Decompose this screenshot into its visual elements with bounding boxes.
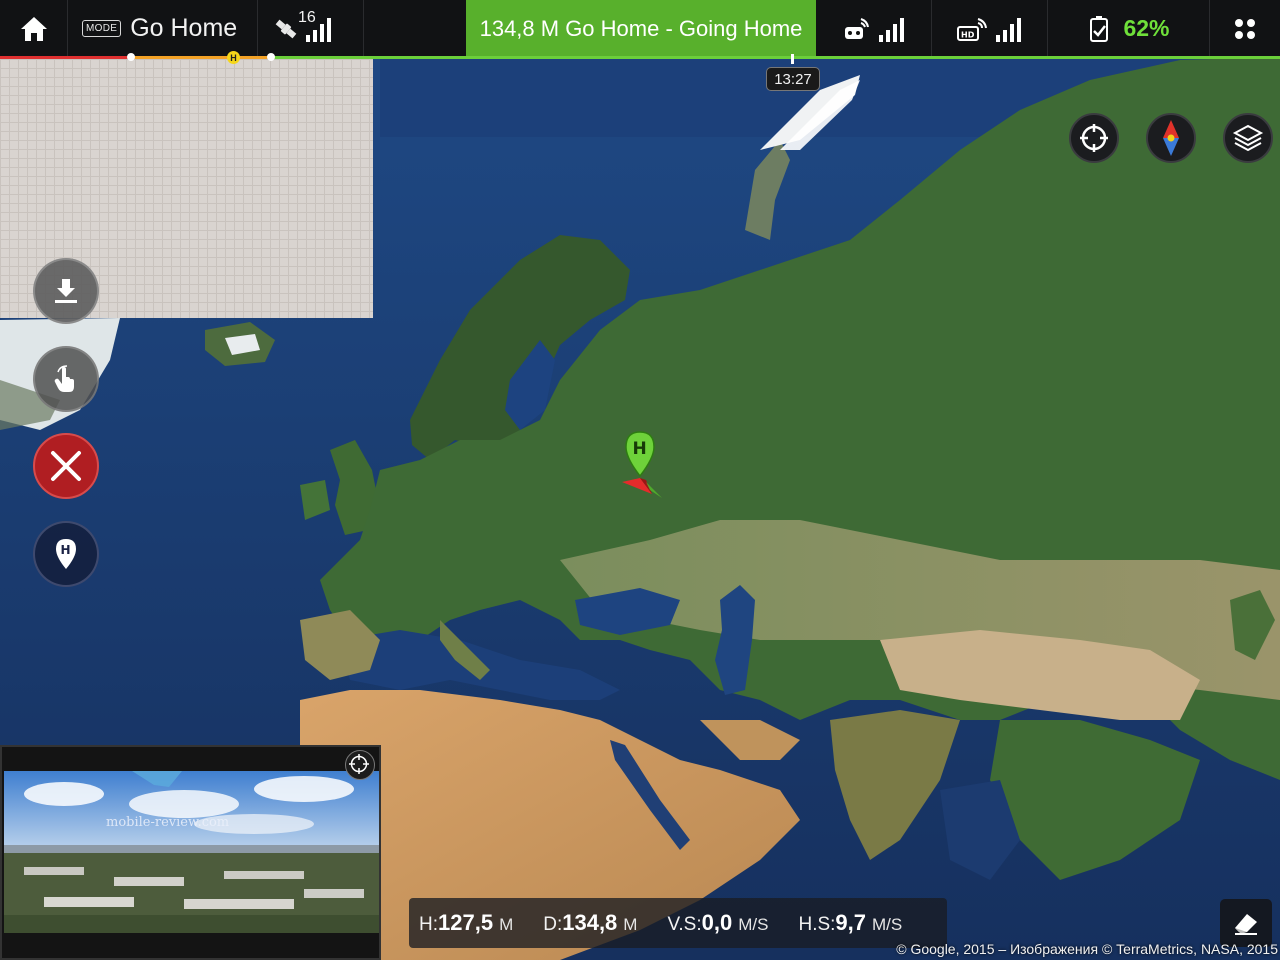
timeline-dot (127, 53, 135, 61)
hd-video-icon: HD (956, 17, 987, 41)
go-home-status-banner: 134,8 M Go Home - Going Home (466, 0, 816, 57)
clear-flight-path-button[interactable] (1220, 899, 1272, 947)
timeline-time-tick (791, 54, 794, 64)
hd-signal-bars-icon (995, 17, 1021, 42)
layers-icon (1232, 124, 1264, 152)
telemetry-vertical-speed: V.S: 0,0 M/S (667, 910, 768, 936)
telemetry-unit: M/S (738, 915, 769, 934)
home-pin-letter: H (633, 439, 647, 459)
mode-badge: MODE (82, 20, 122, 37)
telemetry-key: H.S: (798, 914, 836, 935)
battery-status[interactable]: 62% (1048, 0, 1210, 57)
telemetry-value: 0,0 (701, 910, 733, 935)
target-icon (349, 754, 369, 774)
gps-status[interactable]: 16 (258, 0, 364, 57)
more-menu-button[interactable] (1210, 0, 1280, 57)
tap-fly-button[interactable] (33, 346, 99, 412)
telemetry-distance: D: 134,8 M (543, 910, 637, 936)
hand-touch-icon (54, 365, 74, 392)
gps-satellite-count: 16 (298, 9, 316, 26)
map-copyright: © Google, 2015 – Изображения © TerraMetr… (896, 941, 1278, 957)
download-button[interactable] (33, 258, 99, 324)
home-pin-icon: H (56, 539, 76, 569)
locate-aircraft-button[interactable] (1069, 113, 1119, 163)
telemetry-value: 134,8 (562, 910, 618, 935)
telemetry-value: 9,7 (835, 910, 867, 935)
timeline-dot (267, 53, 275, 61)
camera-live-preview[interactable]: mobile-review.com (0, 745, 381, 960)
crosshair-icon (1080, 124, 1108, 152)
battery-icon (1090, 15, 1109, 42)
telemetry-key: D: (543, 914, 563, 935)
telemetry-height: H: 127,5 M (419, 910, 513, 936)
close-icon (51, 451, 81, 481)
telemetry-horizontal-speed: H.S: 9,7 M/S (798, 910, 902, 936)
camera-feed-image (4, 771, 379, 933)
satellite-icon (275, 19, 297, 38)
home-location-pin-icon: H (622, 431, 662, 498)
cancel-go-home-button[interactable] (33, 433, 99, 499)
map-layers-button[interactable] (1223, 113, 1273, 163)
eraser-icon (1235, 914, 1257, 935)
home-icon (20, 16, 47, 41)
battery-percentage: 62% (1123, 15, 1170, 41)
camera-target-button[interactable] (345, 750, 375, 780)
home-button[interactable] (0, 0, 68, 57)
flight-mode-indicator[interactable]: MODE Go Home (68, 0, 258, 57)
flight-timeline-bar (0, 56, 1280, 59)
grid-menu-icon (1235, 18, 1255, 39)
timeline-segment-orange (131, 56, 271, 59)
timeline-segment-red (0, 56, 131, 59)
home-point-marker[interactable]: H (620, 430, 664, 506)
telemetry-value: 127,5 (438, 910, 494, 935)
telemetry-key: V.S: (667, 914, 702, 935)
timeline-time-label: 13:27 (766, 67, 820, 91)
telemetry-unit: M/S (872, 915, 903, 934)
remote-controller-icon (844, 17, 869, 39)
compass-icon (1163, 120, 1179, 156)
telemetry-panel: H: 127,5 M D: 134,8 M V.S: 0,0 M/S H.S: … (409, 898, 947, 948)
telemetry-key: H: (419, 914, 438, 935)
compass-button[interactable] (1146, 113, 1196, 163)
download-icon (55, 279, 77, 303)
timeline-home-marker: H (227, 51, 240, 64)
telemetry-unit: M (623, 915, 638, 934)
rc-signal-bars-icon (878, 17, 904, 42)
svg-text:H: H (61, 543, 71, 557)
rc-signal-status[interactable] (816, 0, 932, 57)
flight-mode-label: Go Home (130, 14, 238, 42)
svg-text:HD: HD (961, 30, 975, 39)
home-point-button[interactable]: H (33, 521, 99, 587)
top-status-bar: MODE Go Home 16 134,8 M Go Home - Going … (0, 0, 1280, 57)
camera-watermark: mobile-review.com (106, 815, 230, 830)
hd-video-signal-status[interactable]: HD (932, 0, 1048, 57)
telemetry-unit: M (499, 915, 514, 934)
